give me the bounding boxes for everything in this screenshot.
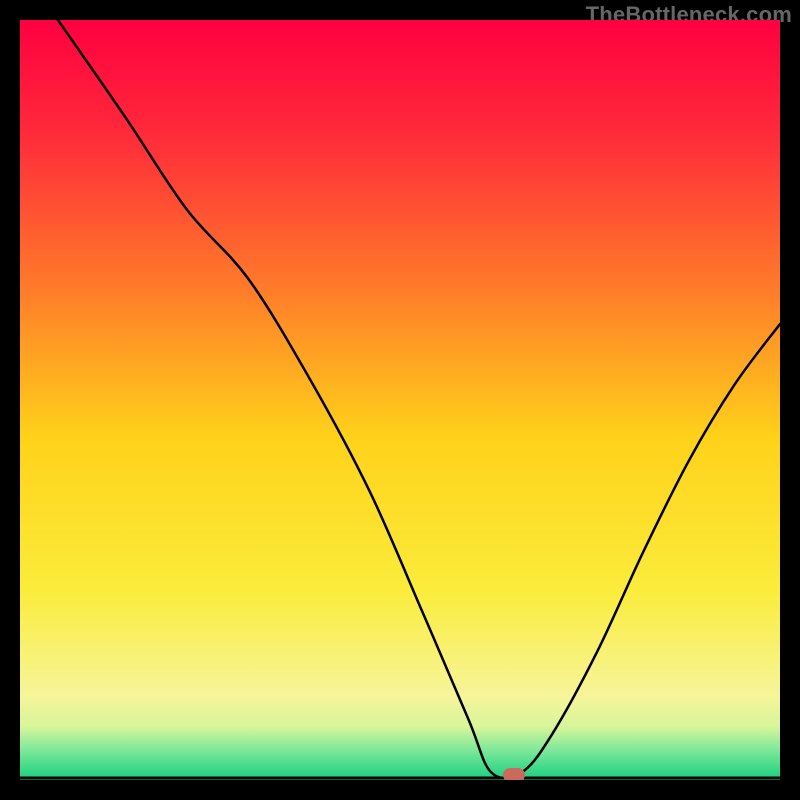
gradient-background [20, 20, 780, 780]
chart-container: TheBottleneck.com [0, 0, 800, 800]
bottleneck-chart [20, 20, 780, 780]
optimum-marker [503, 768, 525, 780]
